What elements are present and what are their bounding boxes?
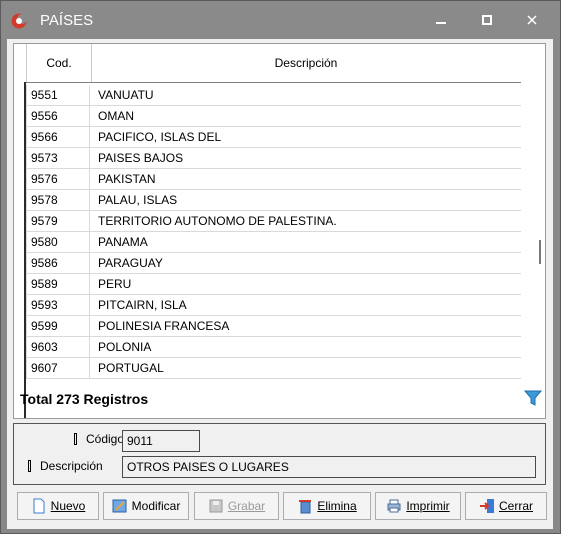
elimina-button[interactable]: Elimina <box>283 492 371 520</box>
cell-cod: 9578 <box>26 190 90 210</box>
cell-descripcion: PERU <box>98 277 132 291</box>
maximize-icon <box>482 15 492 25</box>
descripcion-field[interactable]: OTROS PAISES O LUGARES <box>122 456 536 478</box>
cell-descripcion: PAISES BAJOS <box>98 151 184 165</box>
printer-icon <box>387 499 401 513</box>
table-row[interactable]: 9578 PALAU, ISLAS <box>26 190 521 211</box>
cell-cod: 9556 <box>26 106 90 126</box>
filter-icon[interactable] <box>524 389 542 407</box>
table-row[interactable]: 9603 POLONIA <box>26 337 521 358</box>
imprimir-label: Imprimir <box>406 499 450 513</box>
column-header-descripcion[interactable]: Descripción <box>91 44 521 82</box>
cell-descripcion: PARAGUAY <box>98 256 163 270</box>
row-indicator-column <box>14 82 26 418</box>
cell-descripcion: PALAU, ISLAS <box>98 193 178 207</box>
countries-grid[interactable]: Cod. Descripción 9551 VANUATU 9556 OMAN 95… <box>13 43 546 419</box>
close-icon <box>527 15 537 25</box>
cell-descripcion: PITCAIRN, ISLA <box>98 298 187 312</box>
codigo-field[interactable]: 9011 <box>122 430 200 452</box>
cell-cod: 9580 <box>26 232 90 252</box>
grabar-label: Grabar <box>227 499 266 513</box>
cell-cod: 9573 <box>26 148 90 168</box>
cell-descripcion: PANAMA <box>98 235 148 249</box>
cell-cod: 9579 <box>26 211 90 231</box>
cell-cod: 9551 <box>26 85 90 105</box>
maximize-button[interactable] <box>477 11 497 31</box>
grabar-button[interactable]: Grabar <box>194 492 279 520</box>
cell-descripcion: POLONIA <box>98 340 152 354</box>
exit-door-icon <box>479 499 494 513</box>
imprimir-button[interactable]: Imprimir <box>375 492 461 520</box>
table-row[interactable]: 9573 PAISES BAJOS <box>26 148 521 169</box>
cell-descripcion: VANUATU <box>98 88 154 102</box>
cell-descripcion: PORTUGAL <box>98 361 164 375</box>
cell-descripcion: PACIFICO, ISLAS DEL <box>98 130 222 144</box>
button-bar: Nuevo Modificar Grabar Elimina Imprimir … <box>13 489 547 525</box>
paises-window: PAÍSES Cod. Descripción 9551 VANUATU 9556… <box>0 0 561 534</box>
table-row[interactable]: 9580 PANAMA <box>26 232 521 253</box>
table-row[interactable]: 9607 PORTUGAL <box>26 358 521 379</box>
cell-cod: 9586 <box>26 253 90 273</box>
cell-descripcion: POLINESIA FRANCESA <box>98 319 230 333</box>
cerrar-label: Cerrar <box>498 499 533 513</box>
grid-rows: 9551 VANUATU 9556 OMAN 9566 PACIFICO, ISLAS… <box>26 85 521 379</box>
table-row[interactable]: 9589 PERU <box>26 274 521 295</box>
window-title: PAÍSES <box>40 12 94 29</box>
cell-cod: 9576 <box>26 169 90 189</box>
modificar-label: Modificar <box>131 499 181 513</box>
app-logo-icon <box>11 13 27 29</box>
field-marker-icon <box>74 433 77 445</box>
cell-descripcion: OMAN <box>98 109 134 123</box>
cell-cod: 9607 <box>26 358 90 378</box>
cell-cod: 9566 <box>26 127 90 147</box>
edit-icon <box>112 499 127 513</box>
new-document-icon <box>33 498 45 514</box>
table-row[interactable]: 9599 POLINESIA FRANCESA <box>26 316 521 337</box>
table-row[interactable]: 9556 OMAN <box>26 106 521 127</box>
cell-cod: 9593 <box>26 295 90 315</box>
cell-descripcion: TERRITORIO AUTONOMO DE PALESTINA. <box>98 214 337 228</box>
cell-cod: 9599 <box>26 316 90 336</box>
field-marker-icon <box>28 460 31 472</box>
vertical-scrollbar-thumb[interactable] <box>539 240 541 264</box>
cell-cod: 9589 <box>26 274 90 294</box>
minimize-button[interactable] <box>431 11 451 31</box>
table-row[interactable]: 9579 TERRITORIO AUTONOMO DE PALESTINA. <box>26 211 521 232</box>
title-bar[interactable]: PAÍSES <box>1 1 560 39</box>
table-row[interactable]: 9593 PITCAIRN, ISLA <box>26 295 521 316</box>
table-row[interactable]: 9551 VANUATU <box>26 85 521 106</box>
elimina-label: Elimina <box>317 499 357 513</box>
nuevo-button[interactable]: Nuevo <box>17 492 99 520</box>
grid-header: Cod. Descripción <box>26 44 521 83</box>
nuevo-label: Nuevo <box>50 499 86 513</box>
table-row[interactable]: 9566 PACIFICO, ISLAS DEL <box>26 127 521 148</box>
delete-icon <box>299 500 312 514</box>
cell-cod: 9603 <box>26 337 90 357</box>
cell-descripcion: PAKISTAN <box>98 172 156 186</box>
table-row[interactable]: 9576 PAKISTAN <box>26 169 521 190</box>
total-records-label: Total 273 Registros <box>20 391 149 407</box>
client-area: Cod. Descripción 9551 VANUATU 9556 OMAN 95… <box>7 39 553 529</box>
table-row[interactable]: 9586 PARAGUAY <box>26 253 521 274</box>
close-button[interactable] <box>522 11 542 31</box>
codigo-label: Código <box>86 432 125 446</box>
descripcion-label: Descripción <box>40 459 103 473</box>
minimize-icon <box>436 22 446 24</box>
detail-panel: Código 9011 Descripción OTROS PAISES O L… <box>13 423 546 485</box>
save-icon <box>209 499 223 513</box>
cerrar-button[interactable]: Cerrar <box>465 492 547 520</box>
modificar-button[interactable]: Modificar <box>103 492 189 520</box>
column-header-cod[interactable]: Cod. <box>26 44 92 82</box>
